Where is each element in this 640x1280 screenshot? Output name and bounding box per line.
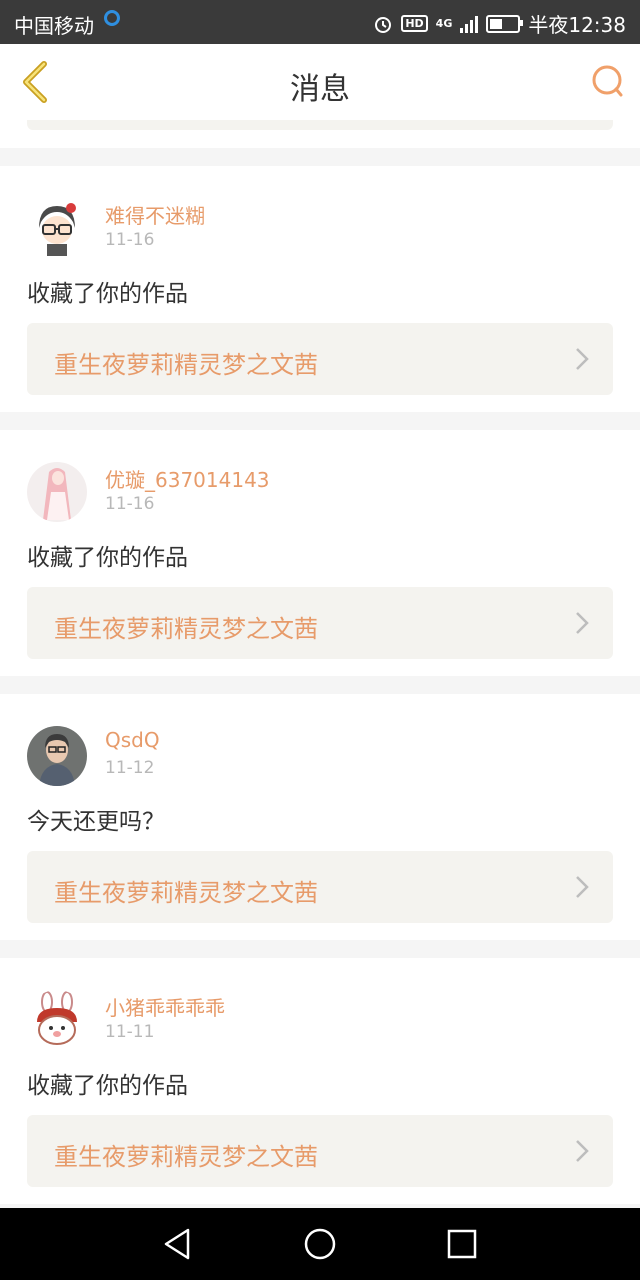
message-card: 小猪乖乖乖乖 11-11 收藏了你的作品 重生夜萝莉精灵梦之文茜 [0, 958, 640, 1204]
hd-icon: HD [401, 15, 428, 32]
header: 消息 [0, 44, 640, 121]
work-link[interactable]: 重生夜萝莉精灵梦之文茜 [27, 587, 613, 659]
status-bar: 中国移动 HD 4G 半夜12:38 [0, 0, 640, 44]
avatar[interactable] [27, 198, 87, 258]
message-card: QsdQ 11-12 今天还更吗？ 重生夜萝莉精灵梦之文茜 [0, 694, 640, 940]
clock: 半夜12:38 [528, 13, 626, 37]
message-list[interactable]: 难得不迷糊 11-16 收藏了你的作品 重生夜萝莉精灵梦之文茜 优璇_63701… [0, 120, 640, 1208]
work-title: 重生夜萝莉精灵梦之文茜 [54, 615, 318, 643]
sender-name[interactable]: 小猪乖乖乖乖 [105, 992, 225, 1021]
work-link[interactable]: 重生夜萝莉精灵梦之文茜 [27, 1115, 613, 1187]
message-text: 收藏了你的作品 [27, 1073, 188, 1099]
message-card: 难得不迷糊 11-16 收藏了你的作品 重生夜萝莉精灵梦之文茜 [0, 166, 640, 412]
avatar[interactable] [27, 726, 87, 786]
recents-square-icon[interactable] [444, 1226, 480, 1262]
sender-name[interactable]: QsdQ [105, 728, 160, 752]
battery-icon [486, 14, 524, 33]
back-triangle-icon[interactable] [160, 1226, 196, 1262]
alarm-icon [375, 16, 392, 33]
system-nav-bar [0, 1208, 640, 1280]
chevron-right-icon [576, 612, 589, 634]
message-date: 11-16 [105, 230, 155, 250]
message-text: 今天还更吗？ [27, 809, 165, 835]
avatar[interactable] [27, 462, 87, 522]
message-text: 收藏了你的作品 [27, 281, 188, 307]
signal-icon [460, 15, 479, 33]
partial-message-card [0, 120, 640, 148]
work-link[interactable]: 重生夜萝莉精灵梦之文茜 [27, 323, 613, 395]
network-type: 4G [435, 17, 453, 30]
chevron-right-icon [576, 348, 589, 370]
message-text: 收藏了你的作品 [27, 545, 188, 571]
search-icon[interactable] [590, 64, 624, 98]
work-title: 重生夜萝莉精灵梦之文茜 [54, 351, 318, 379]
sender-name[interactable]: 优璇_637014143 [105, 464, 270, 493]
carrier-name: 中国移动 [14, 14, 94, 38]
home-circle-icon[interactable] [302, 1226, 338, 1262]
network-ring-icon [104, 10, 120, 26]
message-card: 优璇_637014143 11-16 收藏了你的作品 重生夜萝莉精灵梦之文茜 [0, 430, 640, 676]
message-date: 11-16 [105, 494, 155, 514]
work-title: 重生夜萝莉精灵梦之文茜 [54, 879, 318, 907]
chevron-right-icon [576, 1140, 589, 1162]
chevron-right-icon [576, 876, 589, 898]
message-date: 11-11 [105, 1022, 155, 1042]
status-icons: HD 4G 半夜12:38 [373, 9, 626, 38]
avatar[interactable] [27, 990, 87, 1050]
work-link[interactable]: 重生夜萝莉精灵梦之文茜 [27, 851, 613, 923]
work-title: 重生夜萝莉精灵梦之文茜 [54, 1143, 318, 1171]
message-date: 11-12 [105, 758, 155, 778]
sender-name[interactable]: 难得不迷糊 [105, 200, 205, 229]
page-title: 消息 [290, 72, 350, 107]
